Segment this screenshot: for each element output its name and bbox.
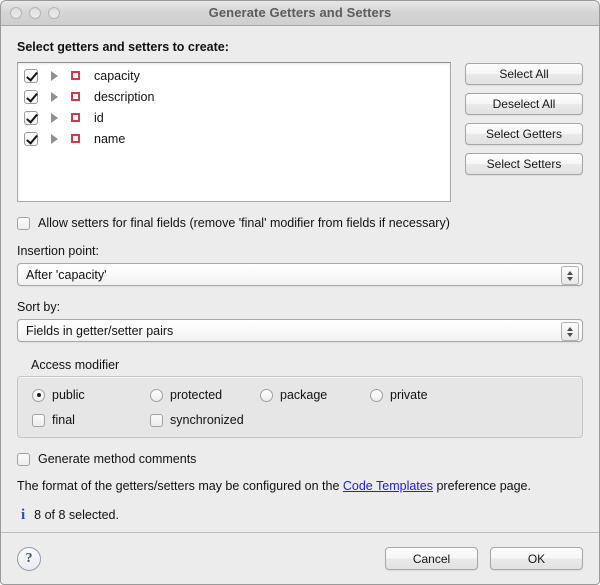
access-modifier-group: Access modifier public protected package xyxy=(17,358,583,438)
list-item[interactable]: name xyxy=(18,128,450,149)
insertion-point-select[interactable]: After 'capacity' xyxy=(17,263,583,286)
field-icon xyxy=(71,92,80,101)
access-modifier-checkboxes: final synchronized xyxy=(32,413,568,427)
selection-buttons: Select All Deselect All Select Getters S… xyxy=(465,62,583,175)
field-name: capacity xyxy=(94,68,140,83)
status-row: i 8 of 8 selected. xyxy=(17,507,583,523)
field-checkbox[interactable] xyxy=(24,89,38,104)
chevron-down-icon xyxy=(567,276,573,281)
access-modifier-title: Access modifier xyxy=(31,358,120,372)
chevron-up-icon xyxy=(567,326,573,331)
ok-button[interactable]: OK xyxy=(490,547,583,570)
radio-public[interactable]: public xyxy=(32,388,150,402)
radio-protected[interactable]: protected xyxy=(150,388,260,402)
list-heading: Select getters and setters to create: xyxy=(17,40,229,54)
insertion-point-value: After 'capacity' xyxy=(26,267,107,282)
field-icon xyxy=(71,71,80,80)
list-item[interactable]: capacity xyxy=(18,65,450,86)
title-bar: Generate Getters and Setters xyxy=(1,1,599,26)
deselect-all-button[interactable]: Deselect All xyxy=(465,93,583,115)
allow-final-setters-row[interactable]: Allow setters for final fields (remove '… xyxy=(17,216,583,230)
radio-package-indicator[interactable] xyxy=(260,388,273,402)
status-text: 8 of 8 selected. xyxy=(34,508,119,522)
checkbox-final[interactable]: final xyxy=(32,413,150,427)
checkbox-synchronized-label: synchronized xyxy=(170,413,244,427)
radio-private-indicator[interactable] xyxy=(370,388,383,402)
radio-public-label: public xyxy=(52,388,85,402)
sort-by-label: Sort by: xyxy=(17,300,61,314)
radio-protected-indicator[interactable] xyxy=(150,388,163,402)
list-item[interactable]: description xyxy=(18,86,450,107)
field-checkbox[interactable] xyxy=(24,131,38,146)
footer-actions: Cancel OK xyxy=(385,547,583,570)
access-modifier-body: public protected package private final s… xyxy=(17,376,583,438)
checkbox-synchronized-indicator[interactable] xyxy=(150,413,163,427)
window-title: Generate Getters and Setters xyxy=(208,5,392,20)
field-name: id xyxy=(94,110,104,125)
field-checkbox[interactable] xyxy=(24,68,38,83)
dialog-window: Generate Getters and Setters Select gett… xyxy=(0,0,600,585)
allow-final-setters-label: Allow setters for final fields (remove '… xyxy=(38,216,450,230)
radio-protected-label: protected xyxy=(170,388,223,402)
checkbox-final-label: final xyxy=(52,413,75,427)
collapsed-arrow-icon[interactable] xyxy=(51,133,58,144)
info-icon: i xyxy=(21,507,26,523)
checkbox-synchronized[interactable]: synchronized xyxy=(150,413,244,427)
select-setters-button[interactable]: Select Setters xyxy=(465,153,583,175)
stepper-icon[interactable] xyxy=(561,266,579,285)
sort-by-value: Fields in getter/setter pairs xyxy=(26,323,174,338)
note-prefix: The format of the getters/setters may be… xyxy=(17,479,343,493)
collapsed-arrow-icon[interactable] xyxy=(51,91,58,102)
field-name: name xyxy=(94,131,126,146)
checkbox-final-indicator[interactable] xyxy=(32,413,45,427)
cancel-button[interactable]: Cancel xyxy=(385,547,478,570)
list-item[interactable]: id xyxy=(18,107,450,128)
collapsed-arrow-icon[interactable] xyxy=(51,112,58,123)
code-templates-note: The format of the getters/setters may be… xyxy=(17,479,583,493)
field-checkbox[interactable] xyxy=(24,110,38,125)
stepper-icon[interactable] xyxy=(561,322,579,341)
generate-comments-label: Generate method comments xyxy=(38,452,197,466)
radio-private-label: private xyxy=(390,388,428,402)
chevron-down-icon xyxy=(567,332,573,337)
radio-private[interactable]: private xyxy=(370,388,428,402)
sort-by-select[interactable]: Fields in getter/setter pairs xyxy=(17,319,583,342)
generate-comments-row[interactable]: Generate method comments xyxy=(17,452,583,466)
radio-public-indicator[interactable] xyxy=(32,388,45,402)
select-all-button[interactable]: Select All xyxy=(465,63,583,85)
help-button[interactable]: ? xyxy=(17,546,41,571)
field-icon xyxy=(71,113,80,122)
collapsed-arrow-icon[interactable] xyxy=(51,70,58,81)
generate-comments-checkbox[interactable] xyxy=(17,452,30,466)
field-icon xyxy=(71,134,80,143)
access-modifier-radios: public protected package private xyxy=(32,388,568,402)
list-and-buttons: capacity description id name Select All … xyxy=(17,62,583,202)
fields-list[interactable]: capacity description id name xyxy=(17,62,451,202)
radio-package-label: package xyxy=(280,388,328,402)
radio-package[interactable]: package xyxy=(260,388,370,402)
chevron-up-icon xyxy=(567,270,573,275)
code-templates-link[interactable]: Code Templates xyxy=(343,479,433,493)
field-name: description xyxy=(94,89,155,104)
dialog-footer: ? Cancel OK xyxy=(1,532,599,584)
allow-final-setters-checkbox[interactable] xyxy=(17,216,30,230)
dialog-content: Select getters and setters to create: ca… xyxy=(1,40,599,523)
note-suffix: preference page. xyxy=(432,479,531,493)
select-getters-button[interactable]: Select Getters xyxy=(465,123,583,145)
insertion-point-label: Insertion point: xyxy=(17,244,99,258)
